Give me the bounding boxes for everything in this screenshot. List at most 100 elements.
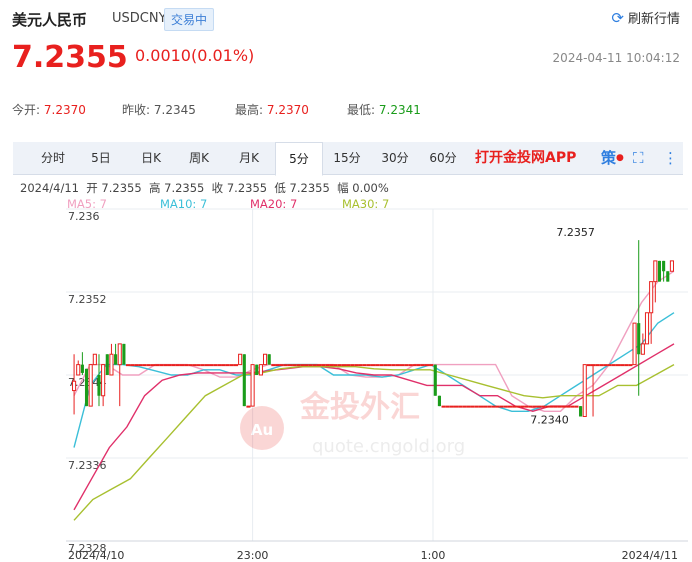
candle xyxy=(370,364,376,367)
candle-body xyxy=(233,364,239,367)
candle xyxy=(287,364,293,367)
strategy-icon[interactable]: 策● xyxy=(601,142,624,174)
candle-body xyxy=(520,405,525,408)
candle xyxy=(478,405,484,408)
candle-body xyxy=(383,364,388,367)
candle-body xyxy=(516,405,521,408)
refresh-button[interactable]: ⟳ 刷新行情 xyxy=(611,8,680,28)
candle-body xyxy=(433,364,437,396)
candle-body xyxy=(76,364,81,376)
candle-body xyxy=(275,364,280,367)
candle-body xyxy=(125,364,131,367)
quote-datetime: 2024-04-11 10:04:12 xyxy=(552,51,680,65)
candle-body xyxy=(138,364,143,367)
tab-weekly-k[interactable]: 周K xyxy=(179,142,219,174)
candle-body xyxy=(495,405,500,408)
candle xyxy=(246,405,251,408)
candle-body xyxy=(579,406,583,417)
candle xyxy=(134,364,139,367)
candle-body xyxy=(599,364,604,367)
candle xyxy=(408,364,413,367)
candle xyxy=(628,364,633,367)
candle xyxy=(557,405,562,408)
candle-body xyxy=(574,405,579,408)
tab-15min[interactable]: 15分 xyxy=(329,142,365,174)
candle xyxy=(192,364,197,367)
candle-body xyxy=(358,364,363,367)
candle-body xyxy=(615,364,621,367)
candle xyxy=(603,364,608,367)
more-icon[interactable]: ⋮ xyxy=(663,142,678,174)
candlestick-chart[interactable]: Au 金投外汇 quote.cngold.org 7.236 7.2352 7.23… xyxy=(0,205,692,562)
candle xyxy=(395,364,400,367)
candle xyxy=(279,364,284,367)
x-tick-label: 2024/4/11 xyxy=(622,549,678,562)
candle-body xyxy=(88,364,93,407)
bar-info: 2024/4/11 开 7.2355 高 7.2355 收 7.2355 低 7… xyxy=(20,181,389,195)
candle-body xyxy=(142,364,147,367)
candle-body xyxy=(541,405,546,408)
tab-5min[interactable]: 5分 xyxy=(275,142,323,176)
x-tick-label: 23:00 xyxy=(237,549,269,562)
candle xyxy=(92,353,97,366)
instrument-code: USDCNY xyxy=(112,11,167,26)
tab-fenshi[interactable]: 分时 xyxy=(33,142,73,174)
candle xyxy=(412,364,417,367)
candle-body xyxy=(175,364,180,367)
candle xyxy=(483,405,488,408)
candle xyxy=(595,364,600,367)
candle-body xyxy=(84,368,89,407)
open-app-link[interactable]: 打开金投网APP xyxy=(475,142,576,174)
refresh-icon: ⟳ xyxy=(611,8,624,27)
candle xyxy=(462,405,467,408)
candle-body xyxy=(255,364,259,375)
candle xyxy=(615,364,621,367)
candle xyxy=(221,364,226,367)
candle-body xyxy=(449,405,454,408)
tab-5day[interactable]: 5日 xyxy=(83,142,119,174)
stat-high: 最高: 7.2370 xyxy=(235,103,309,117)
candle-body xyxy=(624,364,629,367)
candle xyxy=(200,364,205,367)
candle-body xyxy=(483,405,488,408)
candle xyxy=(437,395,441,407)
candle xyxy=(329,364,334,367)
candle-body xyxy=(155,364,160,367)
candle-body xyxy=(122,343,126,365)
candle xyxy=(354,364,359,367)
candle xyxy=(470,405,475,408)
candle-body xyxy=(325,364,330,367)
candle xyxy=(400,364,405,367)
candle-body xyxy=(458,405,463,408)
candle xyxy=(453,405,459,408)
fullscreen-icon[interactable]: ⛶ xyxy=(633,142,644,174)
tab-monthly-k[interactable]: 月K xyxy=(229,142,269,174)
candle-body xyxy=(532,405,537,408)
candle xyxy=(375,364,380,367)
candle-body xyxy=(308,364,313,367)
tab-30min[interactable]: 30分 xyxy=(377,142,413,174)
candle xyxy=(155,364,160,367)
tab-daily-k[interactable]: 日K xyxy=(131,142,171,174)
candle-body xyxy=(242,354,246,407)
candle-body xyxy=(287,364,293,367)
candle xyxy=(250,364,255,407)
candle xyxy=(637,240,641,396)
candle xyxy=(599,364,604,367)
candle xyxy=(171,364,176,367)
x-tick-label: 2024/4/10 xyxy=(68,549,124,562)
candle-body xyxy=(637,323,641,355)
candle xyxy=(130,364,135,367)
candle xyxy=(561,405,567,408)
candle-body xyxy=(437,395,441,407)
tab-60min[interactable]: 60分 xyxy=(425,142,461,174)
candle-body xyxy=(507,405,513,408)
candle-body xyxy=(582,364,587,417)
candle xyxy=(666,271,670,282)
candle xyxy=(466,405,471,408)
candle-body xyxy=(300,364,305,367)
candle-body xyxy=(400,364,405,367)
candle-body xyxy=(350,364,355,367)
candle xyxy=(383,364,388,367)
candle xyxy=(267,354,271,365)
